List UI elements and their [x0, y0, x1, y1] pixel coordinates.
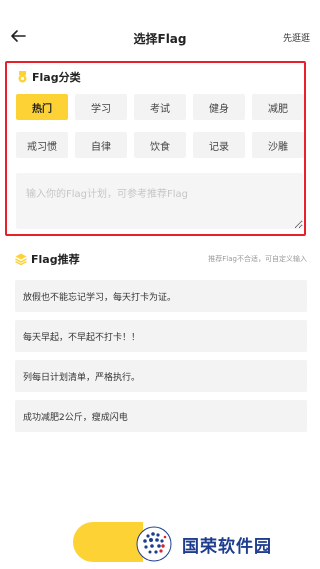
chip-funny[interactable]: 沙雕 [252, 132, 304, 158]
chip-quit-habit[interactable]: 戒习惯 [16, 132, 68, 158]
category-chips: 热门 学习 考试 健身 减肥 戒习惯 自律 饮食 记录 沙雕 [16, 94, 306, 158]
skip-button[interactable]: 先逛逛 [283, 31, 310, 44]
recommend-title-label: Flag推荐 [31, 253, 80, 266]
recommend-item[interactable]: 每天早起，不早起不打卡！！ [15, 320, 307, 352]
recommend-hint: 推荐Flag不合适，可自定义输入 [208, 255, 307, 263]
recommend-item[interactable]: 成功减肥2公斤，瘦成闪电 [15, 400, 307, 432]
recommend-item[interactable]: 放假也不能忘记学习，每天打卡为证。 [15, 280, 307, 312]
recommend-title: Flag推荐 [15, 251, 80, 267]
recommend-list: 放假也不能忘记学习，每天打卡为证。 每天早起，不早起不打卡！！ 列每日计划清单，… [15, 280, 307, 440]
category-title-label: Flag分类 [32, 71, 81, 84]
flag-plan-input[interactable] [16, 173, 303, 229]
chip-hot[interactable]: 热门 [16, 94, 68, 120]
page-title: 选择Flag [133, 32, 187, 46]
chip-record[interactable]: 记录 [193, 132, 245, 158]
brand-watermark: 国荣软件园 [134, 524, 272, 564]
recommend-header: Flag推荐 推荐Flag不合适，可自定义输入 [15, 251, 307, 267]
confirm-button[interactable] [73, 522, 143, 562]
recommend-item[interactable]: 列每日计划清单，严格执行。 [15, 360, 307, 392]
category-title: Flag分类 [17, 69, 81, 85]
chip-fitness[interactable]: 健身 [193, 94, 245, 120]
layers-icon [15, 253, 27, 265]
chip-study[interactable]: 学习 [75, 94, 127, 120]
chip-lose-weight[interactable]: 减肥 [252, 94, 304, 120]
chip-diet[interactable]: 饮食 [134, 132, 186, 158]
flag-category-section: Flag分类 热门 学习 考试 健身 减肥 戒习惯 自律 饮食 记录 沙雕 [5, 61, 306, 236]
medal-icon [18, 71, 27, 83]
top-bar: 选择Flag 先逛逛 [0, 0, 320, 56]
chip-exam[interactable]: 考试 [134, 94, 186, 120]
globe-logo-icon [136, 526, 172, 562]
brand-text: 国荣软件园 [182, 536, 272, 557]
chip-self-discipline[interactable]: 自律 [75, 132, 127, 158]
